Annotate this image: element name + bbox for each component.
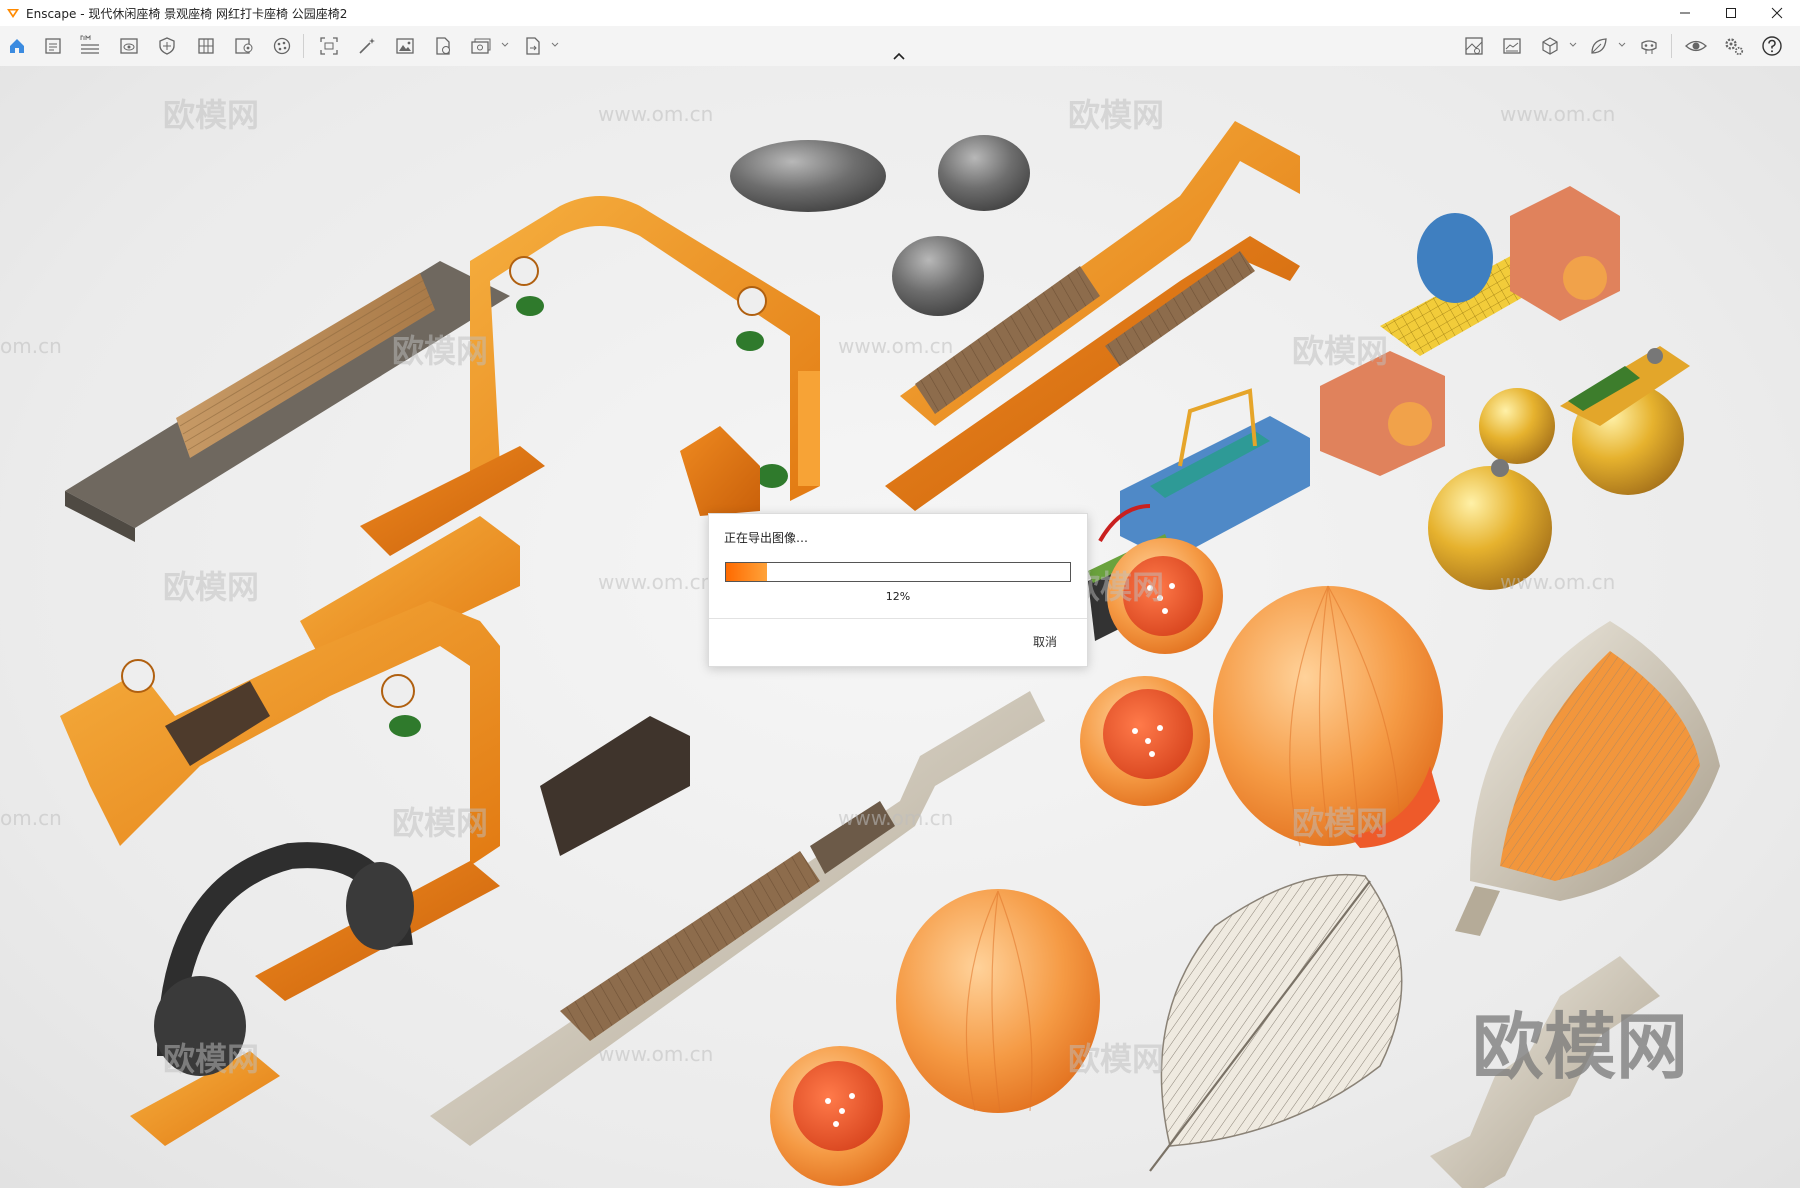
minimize-icon <box>1680 12 1690 14</box>
asset-library-icon <box>1465 37 1483 55</box>
chevron-down-icon[interactable] <box>1617 40 1627 50</box>
export-progress-bar <box>725 562 1071 582</box>
screenshot-button[interactable] <box>316 34 342 58</box>
watermark-logo: 欧模网 <box>1292 804 1389 842</box>
file-export-icon <box>436 37 450 55</box>
image-icon <box>396 38 414 54</box>
document-button[interactable] <box>40 34 66 58</box>
watermark-logo: 欧模网 <box>163 96 260 134</box>
watermark-url: www.om.cn <box>598 570 714 594</box>
panorama-icon <box>1503 38 1521 54</box>
magic-wand-button[interactable] <box>354 34 380 58</box>
watermark-url: om.cn <box>0 334 62 358</box>
watermark-logo-large: 欧模网 <box>1472 1005 1689 1089</box>
image-button[interactable] <box>392 34 418 58</box>
batch-render-icon <box>471 38 491 54</box>
close-button[interactable] <box>1754 0 1800 26</box>
cancel-button[interactable]: 取消 <box>1033 633 1057 650</box>
dialog-title: 正在导出图像… <box>724 531 809 545</box>
title-bar: Enscape - 现代休闲座椅 景观座椅 网红打卡座椅 公园座椅2 <box>0 0 1800 26</box>
settings-button[interactable] <box>1721 34 1747 58</box>
bim-icon <box>80 35 99 54</box>
progress-percent: 12% <box>885 590 911 603</box>
view-icon <box>120 38 138 54</box>
image-settings-icon <box>235 38 253 54</box>
view-button[interactable] <box>116 34 142 58</box>
cube-icon <box>1542 37 1558 55</box>
vr-headset-button[interactable] <box>1636 34 1662 58</box>
window-controls <box>1662 0 1800 26</box>
chevron-down-icon[interactable] <box>550 40 560 50</box>
watermark-logo: 欧模网 <box>1292 332 1389 370</box>
watermark-logo: 欧模网 <box>1068 96 1165 134</box>
settings-icon <box>1725 38 1744 56</box>
chevron-down-icon[interactable] <box>500 40 510 50</box>
progress-fill <box>726 563 768 581</box>
watermark-logo: 欧模网 <box>163 568 260 606</box>
batch-render-button[interactable] <box>468 34 494 58</box>
export-progress-dialog: 正在导出图像… 12% 取消 <box>708 513 1088 667</box>
document-icon <box>45 38 61 54</box>
visibility-button[interactable] <box>1683 34 1709 58</box>
shield-icon <box>159 37 175 55</box>
watermark-url: om.cn <box>0 806 62 830</box>
leaf-button[interactable] <box>1586 34 1612 58</box>
building-icon <box>198 38 214 54</box>
bim-button[interactable] <box>77 34 103 58</box>
watermark-logo: 欧模网 <box>392 804 489 842</box>
help-icon <box>1762 36 1782 56</box>
maximize-icon <box>1726 8 1736 18</box>
eye-icon <box>1685 40 1707 52</box>
help-button[interactable] <box>1759 34 1785 58</box>
cube-button[interactable] <box>1537 34 1563 58</box>
watermark-url: www.om.cn <box>838 806 954 830</box>
watermark-url: www.om.cn <box>598 1042 714 1066</box>
watermark-url: www.om.cn <box>1500 102 1616 126</box>
chevron-down-icon[interactable] <box>1568 40 1578 50</box>
vr-headset-icon <box>1641 40 1657 54</box>
shield-button[interactable] <box>154 34 180 58</box>
minimize-button[interactable] <box>1662 0 1708 26</box>
palette-button[interactable] <box>269 34 295 58</box>
watermark-logo: 欧模网 <box>392 332 489 370</box>
watermark-logo: 欧模网 <box>163 1040 260 1078</box>
export-icon <box>526 37 540 55</box>
enscape-logo-icon <box>7 9 19 18</box>
file-export-button[interactable] <box>430 34 456 58</box>
palette-icon <box>273 37 291 55</box>
home-icon <box>10 39 24 53</box>
maximize-button[interactable] <box>1708 0 1754 26</box>
magic-wand-icon <box>359 38 375 54</box>
image-settings-button[interactable] <box>231 34 257 58</box>
watermark-url: www.om.cn <box>598 102 714 126</box>
chevron-up-icon[interactable] <box>891 50 907 62</box>
watermark-url: www.om.cn <box>838 334 954 358</box>
panorama-button[interactable] <box>1499 34 1525 58</box>
home-button[interactable] <box>4 34 30 58</box>
leaf-icon <box>1591 38 1607 54</box>
asset-library-button[interactable] <box>1461 34 1487 58</box>
screenshot-icon <box>320 37 338 55</box>
watermark-url: www.om.cn <box>1500 570 1616 594</box>
building-button[interactable] <box>193 34 219 58</box>
watermark-logo: 欧模网 <box>1068 1040 1165 1078</box>
close-icon <box>1771 7 1783 19</box>
dialog-divider <box>709 618 1087 619</box>
export-button[interactable] <box>520 34 546 58</box>
window-title: Enscape - 现代休闲座椅 景观座椅 网红打卡座椅 公园座椅2 <box>26 6 348 21</box>
